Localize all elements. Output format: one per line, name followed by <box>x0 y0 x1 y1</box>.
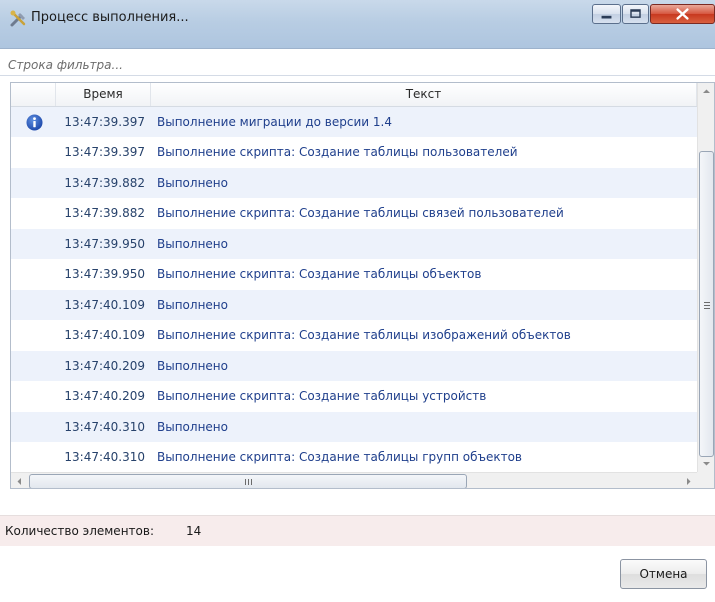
scroll-grip-icon <box>245 479 252 485</box>
table-row[interactable]: 13:47:40.109 Выполнено <box>11 290 697 320</box>
row-time: 13:47:40.310 <box>64 420 145 434</box>
row-time: 13:47:39.397 <box>64 145 145 159</box>
row-text: Выполнено <box>157 420 228 434</box>
row-text: Выполнено <box>157 359 228 373</box>
table-row[interactable]: 13:47:40.310 Выполнено <box>11 412 697 442</box>
title-bar[interactable]: Процесс выполнения... <box>0 0 715 49</box>
row-time: 13:47:39.950 <box>64 237 145 251</box>
row-text: Выполнение скрипта: Создание таблицы гру… <box>157 450 522 464</box>
progress-window: Процесс выполнения... Время Текст <box>0 0 715 602</box>
horizontal-scroll-thumb[interactable] <box>29 474 467 488</box>
row-time: 13:47:39.882 <box>64 176 145 190</box>
row-text: Выполнение скрипта: Создание таблицы объ… <box>157 267 482 281</box>
row-time: 13:47:40.109 <box>64 298 145 312</box>
table-row[interactable]: 13:47:39.882 Выполнение скрипта: Создани… <box>11 198 697 228</box>
table-row[interactable]: 13:47:39.950 Выполнено <box>11 229 697 259</box>
maximize-icon <box>630 9 641 18</box>
filter-input[interactable] <box>0 49 715 76</box>
row-time: 13:47:39.397 <box>64 115 145 129</box>
table-row[interactable]: 13:47:40.209 Выполнено <box>11 351 697 381</box>
row-text: Выполнение скрипта: Создание таблицы изо… <box>157 328 571 342</box>
column-header-text[interactable]: Текст <box>151 83 697 106</box>
row-text: Выполнено <box>157 298 228 312</box>
minimize-button[interactable] <box>592 4 621 24</box>
table-row[interactable]: 13:47:39.397 Выполнение скрипта: Создани… <box>11 137 697 167</box>
row-time: 13:47:39.950 <box>64 267 145 281</box>
horizontal-scrollbar[interactable] <box>11 472 697 489</box>
table-row[interactable]: 13:47:40.109 Выполнение скрипта: Создани… <box>11 320 697 350</box>
minimize-icon <box>601 15 612 19</box>
close-button[interactable] <box>650 4 715 24</box>
row-time: 13:47:40.310 <box>64 450 145 464</box>
row-time: 13:47:40.209 <box>64 359 145 373</box>
column-header-icon[interactable] <box>11 83 56 106</box>
item-count-label: Количество элементов: <box>5 524 154 538</box>
table-row[interactable]: 13:47:39.882 Выполнено <box>11 168 697 198</box>
vertical-scrollbar[interactable] <box>697 83 714 472</box>
log-grid: Время Текст 13:47:39.397 Выполнение мигр… <box>10 82 715 489</box>
scroll-down-arrow-icon[interactable] <box>698 455 715 472</box>
row-time: 13:47:39.882 <box>64 206 145 220</box>
window-title: Процесс выполнения... <box>31 10 189 25</box>
scroll-right-arrow-icon[interactable] <box>680 473 697 489</box>
info-icon <box>26 114 43 131</box>
row-time: 13:47:40.109 <box>64 328 145 342</box>
vertical-scroll-thumb[interactable] <box>699 151 714 457</box>
scrollbar-corner <box>697 472 714 488</box>
row-text: Выполнение скрипта: Создание таблицы свя… <box>157 206 564 220</box>
tools-icon <box>10 10 26 27</box>
row-text: Выполнение миграции до версии 1.4 <box>157 115 392 129</box>
maximize-button[interactable] <box>622 4 649 24</box>
scroll-grip-icon <box>704 302 710 309</box>
grid-header: Время Текст <box>11 83 697 107</box>
column-header-time[interactable]: Время <box>56 83 151 106</box>
row-text: Выполнение скрипта: Создание таблицы пол… <box>157 145 518 159</box>
table-row[interactable]: 13:47:39.397 Выполнение миграции до верс… <box>11 107 697 137</box>
row-text: Выполнение скрипта: Создание таблицы уст… <box>157 389 487 403</box>
table-row[interactable]: 13:47:40.209 Выполнение скрипта: Создани… <box>11 381 697 411</box>
row-icon-cell <box>11 107 56 137</box>
close-icon <box>676 8 689 20</box>
item-count-value: 14 <box>186 524 202 538</box>
row-text: Выполнено <box>157 176 228 190</box>
grid-rows: 13:47:39.397 Выполнение миграции до верс… <box>11 107 697 488</box>
table-row[interactable]: 13:47:39.950 Выполнение скрипта: Создани… <box>11 259 697 289</box>
table-row[interactable]: 13:47:40.310 Выполнение скрипта: Создани… <box>11 442 697 472</box>
row-text: Выполнено <box>157 237 228 251</box>
scroll-up-arrow-icon[interactable] <box>698 83 715 100</box>
row-time: 13:47:40.209 <box>64 389 145 403</box>
status-bar: Количество элементов: 14 <box>0 515 715 546</box>
cancel-button[interactable]: Отмена <box>620 559 707 589</box>
scroll-left-arrow-icon[interactable] <box>11 473 28 489</box>
